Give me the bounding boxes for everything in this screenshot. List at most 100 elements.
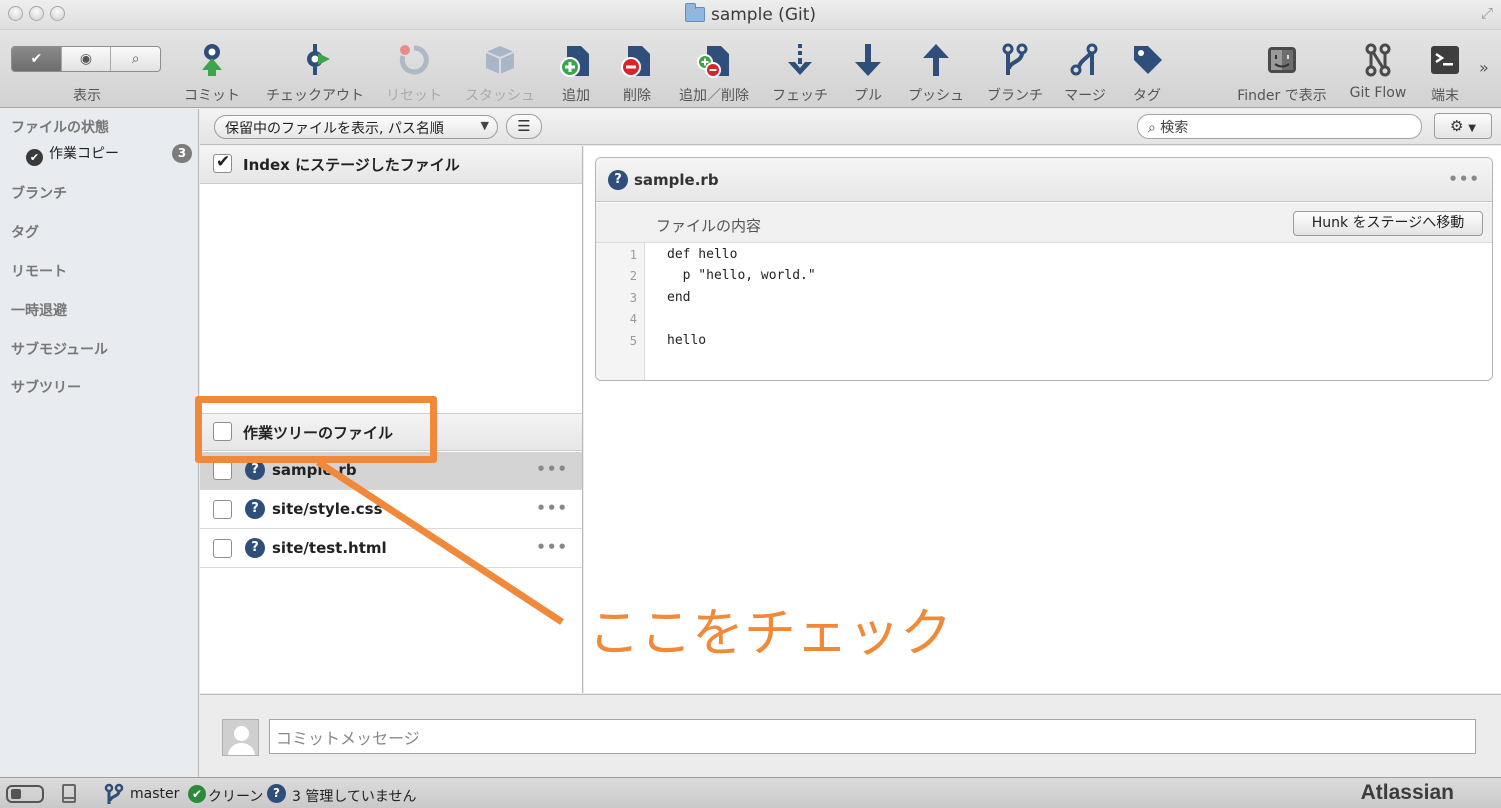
untracked-count-label: 3 管理していません	[292, 789, 417, 805]
file-filter-dropdown[interactable]: 保留中のファイルを表示, パス名順 ▼	[214, 115, 498, 139]
hunk-label: ファイルの内容	[656, 217, 762, 235]
sidebar-toggle-icon[interactable]	[6, 785, 44, 803]
commit-message-placeholder: コミットメッセージ	[276, 729, 420, 748]
remove-icon[interactable]	[620, 42, 654, 78]
more-actions-icon[interactable]: •••	[536, 538, 568, 556]
view-label: 表示	[73, 88, 101, 104]
untracked-question-icon: ?	[245, 538, 265, 558]
more-actions-icon[interactable]: •••	[536, 460, 568, 478]
pull-button-label[interactable]: プル	[854, 85, 882, 105]
tag-button-label[interactable]: タグ	[1133, 85, 1161, 105]
working-copy-label: 作業コピー	[49, 146, 119, 162]
finder-icon[interactable]	[1265, 42, 1299, 78]
fullscreen-icon[interactable]: ⤢	[1481, 4, 1493, 22]
add-remove-button-label[interactable]: 追加／削除	[679, 85, 749, 105]
tag-icon[interactable]	[1130, 42, 1164, 78]
stage-hunk-button[interactable]: Hunk をステージへ移動	[1293, 211, 1483, 236]
file-stage-checkbox[interactable]	[213, 539, 232, 558]
staged-files-header: Index にステージしたファイル	[200, 146, 582, 184]
git-flow-icon[interactable]	[1361, 42, 1395, 78]
reset-icon	[399, 45, 429, 75]
checkout-icon[interactable]	[298, 42, 332, 78]
add-button-label[interactable]: 追加	[562, 85, 590, 105]
chevron-down-icon: ▼	[480, 119, 489, 132]
folder-icon	[684, 3, 705, 22]
clean-check-icon: ✔	[188, 785, 206, 803]
commit-message-input[interactable]: コミットメッセージ	[269, 719, 1476, 754]
panel-toggle-icon[interactable]	[62, 784, 76, 803]
view-mode-segmented-control[interactable]: ✔ ◉ ⌕	[11, 46, 161, 72]
merge-button-label[interactable]: マージ	[1064, 85, 1106, 105]
branch-icon	[104, 783, 124, 804]
stash-icon	[485, 46, 515, 74]
branch-icon[interactable]	[998, 42, 1032, 78]
push-icon[interactable]	[919, 42, 953, 78]
commit-icon[interactable]	[195, 42, 229, 78]
file-name: site/test.html	[272, 539, 387, 557]
sidebar: ファイルの状態 ✔ 作業コピー 3 ブランチ タグ リモート 一時退避 サブモジュ…	[0, 109, 199, 777]
annotation-callout-text: ここをチェック	[588, 604, 953, 664]
diff-card: ? sample.rb ••• ファイルの内容 Hunk をステージへ移動 1 …	[595, 157, 1493, 381]
file-stage-checkbox[interactable]	[213, 461, 232, 480]
git-flow-button-label[interactable]: Git Flow	[1350, 85, 1407, 101]
sidebar-item-subtrees[interactable]: サブツリー	[11, 377, 81, 397]
sidebar-item-remotes[interactable]: リモート	[11, 261, 67, 281]
fetch-icon[interactable]	[783, 42, 817, 78]
file-row[interactable]: ? site/test.html •••	[200, 530, 582, 568]
add-icon[interactable]	[559, 42, 593, 78]
sidebar-item-working-copy[interactable]: ✔ 作業コピー 3	[26, 143, 194, 166]
log-history-view-icon[interactable]: ◉	[62, 47, 112, 71]
untracked-question-icon: ?	[608, 170, 628, 190]
list-view-options-button[interactable]: ☰	[506, 114, 542, 139]
file-stage-checkbox[interactable]	[213, 500, 232, 519]
untracked-question-icon: ?	[245, 499, 265, 519]
check-circle-icon: ✔	[26, 149, 43, 166]
sidebar-file-status[interactable]: ファイルの状態	[11, 117, 109, 137]
file-row[interactable]: ? site/style.css •••	[200, 491, 582, 529]
settings-menu-button[interactable]: ⚙ ▼	[1434, 113, 1492, 139]
finder-button-label[interactable]: Finder で表示	[1237, 85, 1327, 105]
search-placeholder: 検索	[1160, 120, 1189, 136]
sidebar-item-stashes[interactable]: 一時退避	[11, 300, 67, 320]
stage-all-checkbox[interactable]	[213, 152, 232, 173]
toolbar: ✔ ◉ ⌕ 表示 コミット チェックアウト リセット スタッシュ 追加 削除 追…	[0, 30, 1501, 108]
remove-button-label[interactable]: 削除	[623, 85, 651, 105]
chevron-down-icon: ▼	[1468, 123, 1476, 134]
current-branch-name[interactable]: master	[130, 786, 179, 802]
pull-icon[interactable]	[851, 42, 885, 78]
annotation-highlight-box	[195, 396, 437, 463]
line-number: 2	[629, 269, 637, 283]
more-actions-icon[interactable]: •••	[1448, 170, 1480, 188]
code-line: def hello	[667, 247, 738, 262]
file-name: sample.rb	[272, 461, 357, 479]
reset-button-label: リセット	[386, 88, 442, 104]
file-name: site/style.css	[272, 500, 383, 518]
search-input[interactable]: ⌕ 検索	[1137, 114, 1422, 139]
terminal-button-label[interactable]: 端末	[1431, 85, 1459, 105]
toolbar-overflow-icon[interactable]: »	[1479, 58, 1489, 77]
fetch-button-label[interactable]: フェッチ	[772, 85, 828, 105]
merge-icon[interactable]	[1068, 42, 1102, 78]
add-remove-icon[interactable]	[697, 42, 731, 78]
more-actions-icon[interactable]: •••	[536, 499, 568, 517]
sidebar-item-submodules[interactable]: サブモジュール	[11, 339, 108, 359]
file-status-view-icon[interactable]: ✔	[12, 47, 62, 71]
working-copy-count-badge: 3	[172, 144, 192, 163]
line-number: 5	[629, 334, 637, 348]
filter-bar: 保留中のファイルを表示, パス名順 ▼ ☰ ⌕ 検索 ⚙ ▼	[200, 109, 1501, 145]
sidebar-item-tags[interactable]: タグ	[11, 222, 39, 242]
line-number: 4	[629, 312, 637, 326]
clean-status-label: クリーン	[208, 789, 264, 805]
branch-button-label[interactable]: ブランチ	[987, 85, 1043, 105]
code-line: end	[667, 290, 691, 305]
search-view-icon[interactable]: ⌕	[111, 47, 160, 71]
commit-area: コミットメッセージ	[200, 694, 1501, 777]
untracked-question-icon: ?	[267, 784, 286, 803]
terminal-icon[interactable]	[1428, 42, 1462, 78]
push-button-label[interactable]: プッシュ	[908, 85, 964, 105]
commit-button-label[interactable]: コミット	[184, 85, 240, 105]
staged-files-label: Index にステージしたファイル	[243, 156, 460, 174]
checkout-button-label[interactable]: チェックアウト	[266, 85, 364, 105]
line-number: 3	[629, 291, 637, 305]
sidebar-item-branches[interactable]: ブランチ	[11, 183, 67, 203]
